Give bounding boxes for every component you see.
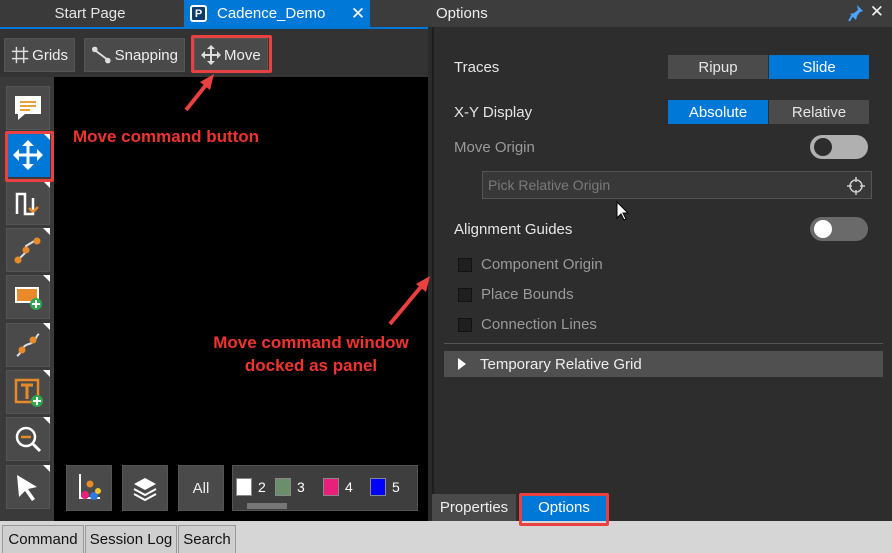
window-docked-annotation-line1: Move command window (213, 333, 409, 352)
mouse-cursor-icon (616, 201, 630, 221)
move-button-annotation: Move command button (73, 127, 260, 146)
window-docked-annotation-line2: docked as panel (244, 356, 378, 375)
arrow-to-options-panel (388, 280, 427, 326)
annotation-arrows (184, 74, 430, 326)
